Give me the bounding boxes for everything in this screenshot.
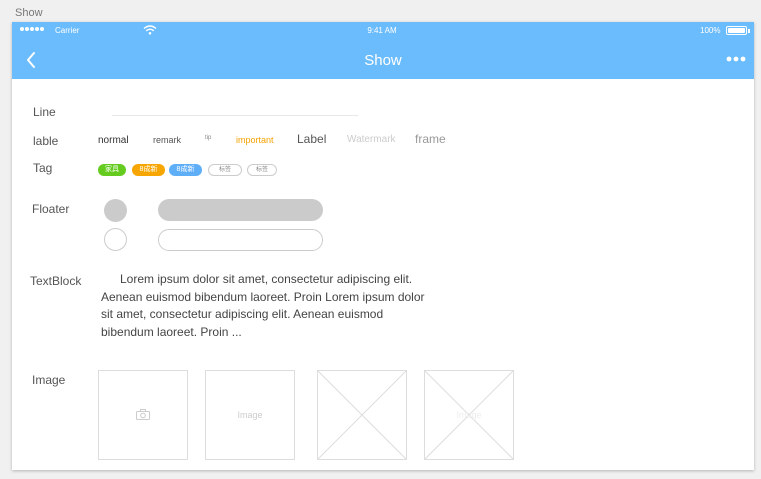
nav-title: Show	[364, 52, 402, 69]
label-watermark: Watermark	[347, 134, 396, 145]
status-time: 9:41 AM	[367, 26, 397, 35]
row-label-tag: Tag	[33, 161, 53, 175]
tag-orange: 8成新	[132, 164, 165, 176]
tag-green: 家具	[98, 164, 126, 176]
nav-bar: Show	[12, 40, 754, 79]
battery-tip	[748, 29, 750, 33]
image-placeholder-label: Image	[456, 410, 482, 420]
floater-circle-filled[interactable]	[104, 199, 127, 222]
label-important: important	[236, 135, 274, 145]
row-label-textblock: TextBlock	[30, 274, 82, 288]
tag-outline: 标签	[208, 164, 242, 176]
carrier-name: Carrier	[55, 26, 80, 35]
page-label: Show	[15, 7, 43, 19]
row-label-line: Line	[33, 105, 56, 119]
row-label-lable: lable	[33, 134, 59, 148]
image-placeholder-cross-text: Image	[424, 370, 514, 460]
camera-icon	[136, 409, 150, 420]
image-cross-lines	[318, 371, 406, 459]
device-frame: Carrier 9:41 AM 100% Show Line lable Tag…	[12, 22, 754, 470]
status-bar: Carrier 9:41 AM 100%	[12, 22, 754, 40]
signal-icon	[20, 27, 44, 31]
battery-percent: 100%	[700, 26, 721, 35]
image-placeholder-cross	[317, 370, 407, 460]
floater-bar-outline[interactable]	[158, 229, 323, 251]
row-label-floater: Floater	[32, 202, 70, 216]
battery-icon	[726, 26, 747, 35]
floater-circle-outline[interactable]	[104, 228, 127, 251]
image-placeholder-camera	[98, 370, 188, 460]
image-placeholder-text: Image	[205, 370, 295, 460]
label-remark: remark	[153, 135, 182, 145]
label-frame: frame	[415, 132, 446, 146]
floater-bar-filled[interactable]	[158, 199, 323, 221]
label-tip: tip	[205, 135, 212, 141]
label-label: Label	[297, 132, 327, 146]
row-label-image: Image	[32, 373, 66, 387]
more-dots-icon[interactable]	[725, 50, 747, 68]
wifi-icon	[143, 25, 157, 35]
label-normal: normal	[98, 135, 129, 146]
tag-outline: 标签	[247, 164, 277, 176]
line-divider	[112, 115, 358, 116]
tag-blue: 8成新	[169, 164, 202, 176]
image-placeholder-label: Image	[237, 410, 263, 420]
text-block: Lorem ipsum dolor sit amet, consectetur …	[101, 272, 425, 339]
